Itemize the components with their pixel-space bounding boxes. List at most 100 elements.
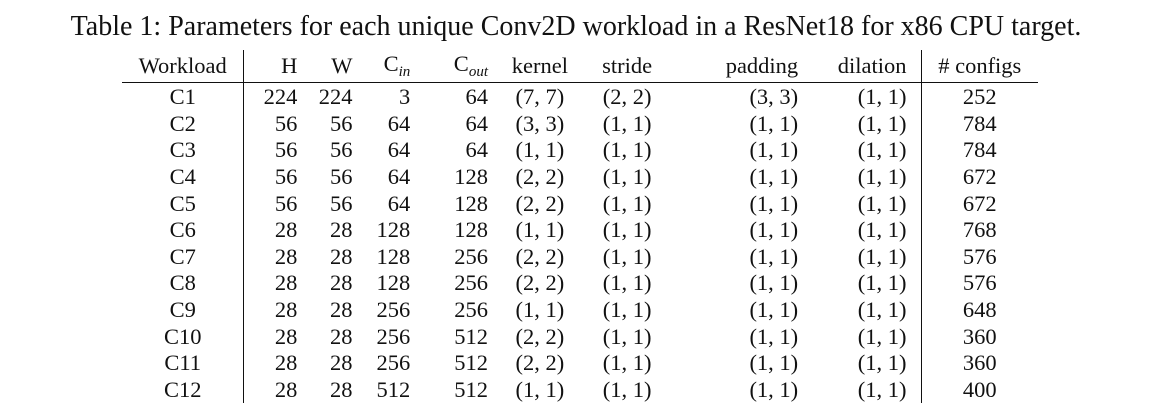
header-cout-subscript: out bbox=[468, 64, 488, 80]
cell-padding: (1, 1) bbox=[749, 270, 799, 296]
cell-padding: (1, 1) bbox=[749, 350, 799, 376]
cell-cout: 128 bbox=[454, 217, 488, 243]
cell-h: 28 bbox=[274, 297, 298, 323]
table-header: Workload H W Cin Cout kernel stride padd… bbox=[122, 50, 1038, 83]
cell-configs: 360 bbox=[962, 350, 997, 376]
cell-kernel: (3, 3) bbox=[515, 110, 565, 136]
header-cout: Cout bbox=[414, 50, 492, 83]
cell-cout: 128 bbox=[454, 190, 488, 216]
cell-cin: 128 bbox=[376, 270, 411, 296]
header-stride: stride bbox=[587, 50, 667, 83]
table-row: C9 28 28 256 256 (1, 1) (1, 1) (1, 1) (1, 1) 648 bbox=[122, 296, 1038, 324]
cell-configs: 784 bbox=[962, 137, 997, 163]
cell-h: 224 bbox=[263, 84, 298, 110]
cell-kernel: (2, 2) bbox=[515, 164, 565, 190]
cell-dilation: (1, 1) bbox=[804, 82, 922, 111]
cell-cin: 128 bbox=[376, 217, 411, 243]
cell-w: 56 bbox=[329, 110, 353, 136]
cell-cin: 256 bbox=[376, 350, 411, 376]
cell-padding: (1, 1) bbox=[749, 217, 799, 243]
cell-stride: (1, 1) bbox=[602, 350, 652, 376]
cell-padding: (1, 1) bbox=[749, 243, 799, 269]
cell-dilation: (1, 1) bbox=[804, 270, 922, 297]
cell-stride: (1, 1) bbox=[602, 270, 652, 296]
header-row: Workload H W Cin Cout kernel stride padd… bbox=[122, 50, 1038, 83]
cell-h: 28 bbox=[274, 350, 298, 376]
header-cout-base: C bbox=[453, 51, 469, 76]
cell-w: 28 bbox=[329, 243, 353, 269]
cell-kernel: (2, 2) bbox=[515, 323, 565, 349]
cell-cin: 64 bbox=[387, 110, 411, 136]
table-row: C10 28 28 256 512 (2, 2) (1, 1) (1, 1) (1, 1) 360 bbox=[122, 323, 1038, 350]
cell-stride: (1, 1) bbox=[602, 190, 652, 216]
workload-table: Workload H W Cin Cout kernel stride padd… bbox=[122, 50, 1038, 404]
header-cin-base: C bbox=[383, 51, 399, 76]
cell-cin: 3 bbox=[399, 84, 411, 110]
cell-workload: C12 bbox=[122, 376, 245, 404]
cell-h: 28 bbox=[274, 217, 298, 243]
cell-stride: (1, 1) bbox=[602, 243, 652, 269]
table-caption: Table 1: Parameters for each unique Conv… bbox=[70, 11, 1082, 42]
cell-h: 28 bbox=[274, 376, 298, 402]
cell-cout: 64 bbox=[465, 84, 488, 110]
cell-cin: 128 bbox=[376, 243, 411, 269]
cell-cout: 64 bbox=[465, 110, 488, 136]
cell-configs: 360 bbox=[962, 323, 997, 349]
cell-cout: 512 bbox=[454, 350, 488, 376]
cell-dilation: (1, 1) bbox=[804, 296, 922, 324]
cell-configs: 672 bbox=[962, 164, 997, 190]
cell-padding: (1, 1) bbox=[749, 137, 799, 163]
cell-cin: 256 bbox=[376, 297, 411, 323]
cell-w: 224 bbox=[318, 84, 353, 110]
cell-kernel: (2, 2) bbox=[515, 190, 565, 216]
cell-h: 56 bbox=[274, 164, 298, 190]
cell-padding: (3, 3) bbox=[749, 84, 799, 110]
cell-dilation: (1, 1) bbox=[804, 243, 922, 271]
table-row: C2 56 56 64 64 (3, 3) (1, 1) (1, 1) (1, 1) 784 bbox=[122, 110, 1038, 138]
cell-w: 28 bbox=[329, 217, 353, 243]
cell-configs: 784 bbox=[962, 110, 997, 136]
cell-cout: 128 bbox=[454, 164, 488, 190]
cell-dilation: (1, 1) bbox=[804, 349, 922, 377]
cell-kernel: (1, 1) bbox=[515, 217, 565, 243]
cell-dilation: (1, 1) bbox=[804, 323, 922, 350]
table-row: C5 56 56 64 128 (2, 2) (1, 1) (1, 1) (1, 1) 672 bbox=[122, 190, 1038, 217]
cell-w: 28 bbox=[329, 297, 353, 323]
cell-w: 28 bbox=[329, 270, 353, 296]
cell-cin: 64 bbox=[387, 137, 411, 163]
cell-stride: (1, 1) bbox=[602, 137, 652, 163]
cell-w: 56 bbox=[329, 164, 353, 190]
cell-padding: (1, 1) bbox=[749, 323, 799, 349]
cell-stride: (1, 1) bbox=[602, 376, 652, 402]
table-row: C1 224 224 3 64 (7, 7) (2, 2) (3, 3) (1, 1) 252 bbox=[122, 82, 1038, 111]
cell-w: 28 bbox=[329, 350, 353, 376]
cell-cin: 64 bbox=[387, 190, 411, 216]
cell-workload: C11 bbox=[122, 349, 245, 377]
cell-dilation: (1, 1) bbox=[804, 110, 922, 138]
cell-cout: 512 bbox=[454, 376, 488, 402]
cell-workload: C7 bbox=[122, 243, 245, 271]
cell-kernel: (2, 2) bbox=[515, 243, 565, 269]
cell-configs: 648 bbox=[962, 297, 997, 323]
header-configs: # configs bbox=[921, 50, 1038, 83]
cell-padding: (1, 1) bbox=[749, 376, 799, 402]
cell-stride: (1, 1) bbox=[602, 110, 652, 136]
cell-cout: 512 bbox=[454, 323, 488, 349]
cell-cin: 512 bbox=[376, 376, 411, 402]
cell-workload: C5 bbox=[122, 190, 245, 217]
table-row: C11 28 28 256 512 (2, 2) (1, 1) (1, 1) (1, 1) 360 bbox=[122, 349, 1038, 377]
cell-kernel: (1, 1) bbox=[515, 297, 565, 323]
cell-workload: C8 bbox=[122, 270, 245, 297]
cell-stride: (1, 1) bbox=[602, 217, 652, 243]
header-dilation: dilation bbox=[804, 50, 922, 83]
cell-dilation: (1, 1) bbox=[804, 163, 922, 191]
cell-dilation: (1, 1) bbox=[804, 216, 922, 244]
cell-h: 28 bbox=[274, 270, 298, 296]
cell-kernel: (2, 2) bbox=[515, 350, 565, 376]
cell-workload: C2 bbox=[122, 110, 245, 138]
cell-padding: (1, 1) bbox=[749, 110, 799, 136]
cell-h: 56 bbox=[274, 137, 298, 163]
cell-w: 28 bbox=[329, 323, 353, 349]
table-body: C1 224 224 3 64 (7, 7) (2, 2) (3, 3) (1, 1) 252 C2… bbox=[122, 82, 1038, 404]
cell-h: 56 bbox=[274, 190, 298, 216]
